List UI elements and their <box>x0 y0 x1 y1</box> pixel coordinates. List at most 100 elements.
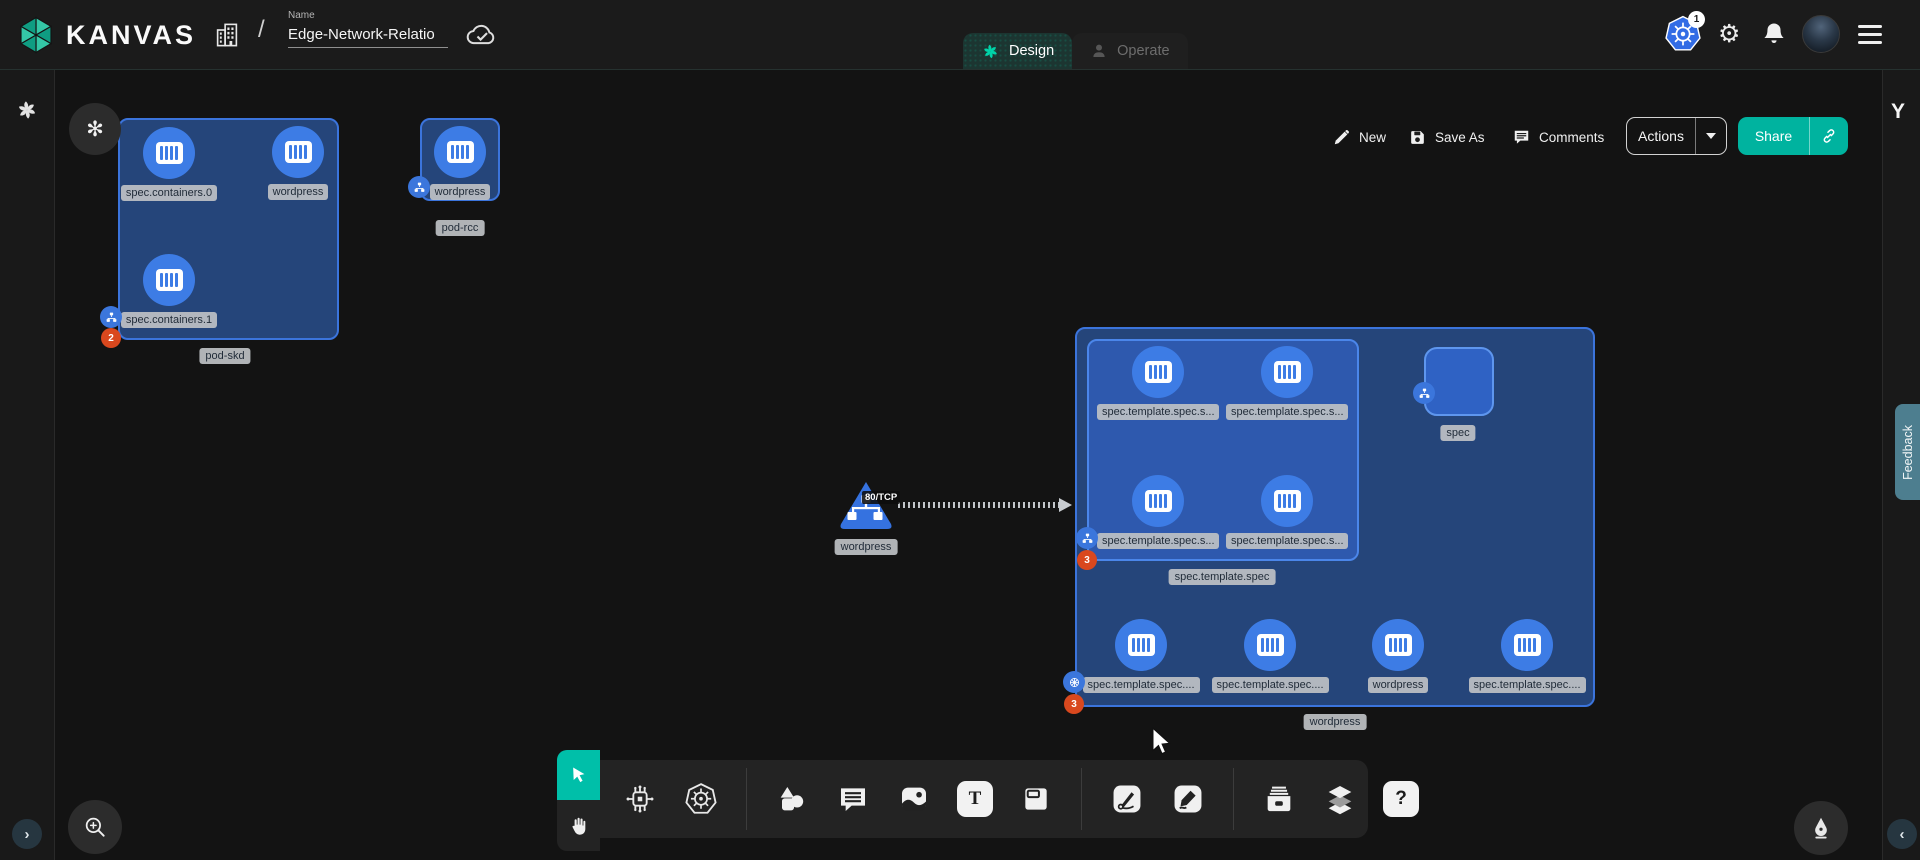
y-panel-icon[interactable]: Y <box>1891 100 1905 124</box>
container-icon <box>1372 619 1424 671</box>
name-field-label: Name <box>288 10 448 21</box>
container-icon <box>272 126 324 178</box>
template-issue-badge[interactable]: 3 <box>1077 550 1097 570</box>
save-as-button[interactable]: Save As <box>1408 128 1485 147</box>
container-icon <box>1244 619 1296 671</box>
pen-tool-button[interactable] <box>1794 801 1848 855</box>
edge-draw-tool-button[interactable] <box>1107 779 1147 819</box>
feedback-label: Feedback <box>1901 425 1915 480</box>
notifications-bell-icon[interactable] <box>1760 19 1788 49</box>
container-icon <box>1261 346 1313 398</box>
spec-config-node[interactable] <box>1424 347 1494 416</box>
image-tool-button[interactable] <box>894 779 934 819</box>
node-label: spec.containers.0 <box>121 185 217 201</box>
canvas-options-button[interactable]: ✻ <box>69 103 121 155</box>
container-node[interactable]: spec.template.spec.... <box>1081 619 1201 693</box>
meshery-swirl-icon[interactable] <box>15 98 39 122</box>
toolbar-divider <box>746 768 747 830</box>
kubernetes-tool-button[interactable] <box>681 779 721 819</box>
container-icon <box>1115 619 1167 671</box>
share-label: Share <box>1738 128 1809 144</box>
container-node[interactable]: spec.template.spec.... <box>1210 619 1330 693</box>
container-node[interactable]: spec.containers.1 <box>109 254 229 328</box>
comment-tool-button[interactable] <box>833 779 873 819</box>
select-tool-button[interactable] <box>557 750 600 800</box>
pod-rcc-relationship-badge[interactable] <box>408 176 430 198</box>
deployment-issue-badge[interactable]: 3 <box>1064 694 1084 714</box>
menu-hamburger-icon[interactable] <box>1858 25 1882 44</box>
layers-icon <box>1323 782 1357 816</box>
spec-node-label: spec <box>1440 425 1475 441</box>
actions-dropdown-button[interactable]: Actions <box>1626 117 1727 155</box>
text-tool-button[interactable]: T <box>955 779 995 819</box>
kubernetes-helm-icon <box>684 782 718 816</box>
mouse-cursor <box>1148 727 1174 757</box>
expand-left-panel-button[interactable]: › <box>12 819 42 849</box>
new-label: New <box>1359 130 1386 145</box>
container-node[interactable]: wordpress <box>238 126 358 200</box>
pencil-new-icon <box>1332 128 1351 147</box>
text-tool-icon: T <box>957 781 993 817</box>
node-label: spec.template.spec.... <box>1212 677 1329 693</box>
organization-icon[interactable] <box>212 18 242 52</box>
save-as-label: Save As <box>1435 130 1485 145</box>
container-icon <box>1261 475 1313 527</box>
components-tool-button[interactable] <box>620 779 660 819</box>
spec-relationship-badge[interactable] <box>1413 382 1435 404</box>
template-relationship-badge[interactable] <box>1076 527 1098 549</box>
catalog-drawer-button[interactable] <box>1259 779 1299 819</box>
new-button[interactable]: New <box>1332 128 1386 147</box>
node-label: wordpress <box>268 184 329 200</box>
settings-gear-icon[interactable]: ⚙ <box>1718 19 1740 48</box>
service-edge[interactable] <box>898 502 1060 508</box>
pod-skd-issue-badge[interactable]: 2 <box>101 328 121 348</box>
help-button[interactable]: ? <box>1381 779 1421 819</box>
design-tab-label: Design <box>1009 43 1054 59</box>
cursor-arrow-icon <box>569 765 589 785</box>
container-icon <box>1132 475 1184 527</box>
design-name-block: Name <box>288 10 448 48</box>
kanvas-logo[interactable]: KANVAS <box>16 13 196 57</box>
container-node[interactable]: wordpress <box>1338 619 1458 693</box>
container-node[interactable]: spec.containers.0 <box>109 127 229 201</box>
note-tool-button[interactable] <box>1016 779 1056 819</box>
container-icon <box>143 254 195 306</box>
share-button[interactable]: Share <box>1738 117 1848 155</box>
actions-caret-icon[interactable] <box>1696 133 1726 139</box>
deployment-relationship-badge[interactable] <box>1063 671 1085 693</box>
freehand-draw-tool-button[interactable] <box>1168 779 1208 819</box>
toolbar-divider <box>1081 768 1082 830</box>
tab-operate[interactable]: Operate <box>1072 33 1187 69</box>
shapes-tool-button[interactable] <box>772 779 812 819</box>
container-node[interactable]: spec.template.spec.... <box>1467 619 1587 693</box>
operate-tab-label: Operate <box>1117 43 1169 59</box>
service-label: wordpress <box>835 539 898 555</box>
pod-skd-relationship-badge[interactable] <box>100 306 122 328</box>
context-count-badge: 1 <box>1688 11 1705 28</box>
container-node[interactable]: spec.template.spec.s... <box>1098 346 1218 420</box>
container-node[interactable]: spec.template.spec.s... <box>1227 346 1347 420</box>
actions-divider <box>1695 118 1696 154</box>
zoom-search-button[interactable] <box>68 800 122 854</box>
service-node[interactable] <box>836 478 896 532</box>
image-tool-icon <box>898 783 930 815</box>
share-link-icon[interactable] <box>1810 127 1848 145</box>
tab-design[interactable]: Design <box>963 33 1072 69</box>
node-label: spec.containers.1 <box>121 312 217 328</box>
kanvas-logo-icon <box>16 13 56 57</box>
container-node[interactable]: spec.template.spec.s... <box>1227 475 1347 549</box>
group-label: pod-skd <box>199 348 250 364</box>
logo-text: KANVAS <box>66 20 196 51</box>
node-label: spec.template.spec.s... <box>1097 533 1219 549</box>
expand-right-panel-button[interactable]: ‹ <box>1887 819 1917 849</box>
feedback-tab[interactable]: Feedback <box>1895 404 1920 500</box>
design-name-input[interactable] <box>288 24 448 48</box>
user-avatar[interactable] <box>1802 15 1840 53</box>
comments-button[interactable]: Comments <box>1512 128 1604 147</box>
pan-tool-button[interactable] <box>557 800 600 851</box>
group-label: wordpress <box>1304 714 1367 730</box>
hand-pan-icon <box>568 815 590 837</box>
group-label: pod-rcc <box>436 220 485 236</box>
layers-button[interactable] <box>1320 779 1360 819</box>
container-node[interactable]: spec.template.spec.s... <box>1098 475 1218 549</box>
